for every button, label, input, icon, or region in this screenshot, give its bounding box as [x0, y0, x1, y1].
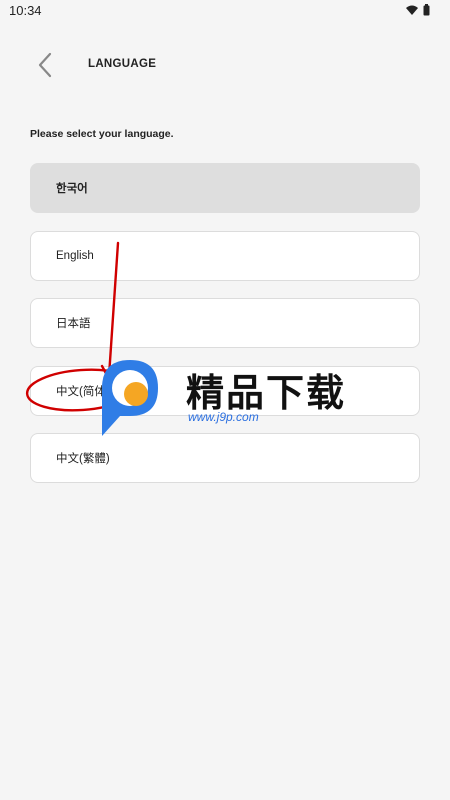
language-list: 한국어 English 日本語 中文(简体) 中文(繁體) — [30, 163, 420, 501]
battery-icon — [423, 4, 430, 16]
status-icons — [406, 4, 430, 16]
status-time: 10:34 — [9, 3, 42, 18]
language-option-chinese-traditional[interactable]: 中文(繁體) — [30, 433, 420, 483]
watermark-text: 精品下载 — [186, 371, 347, 415]
language-prompt: Please select your language. — [30, 128, 174, 140]
back-arrow-icon — [38, 52, 52, 78]
wifi-icon — [406, 5, 418, 15]
watermark-logo-icon — [102, 360, 158, 436]
watermark: 精品下载 www.j9p.com — [98, 358, 358, 440]
page-title: LANGUAGE — [88, 58, 157, 70]
language-option-japanese[interactable]: 日本語 — [30, 298, 420, 348]
status-bar: 10:34 — [0, 0, 450, 22]
language-option-korean[interactable]: 한국어 — [30, 163, 420, 213]
header: LANGUAGE — [0, 40, 450, 90]
language-option-english[interactable]: English — [30, 230, 420, 281]
back-button[interactable] — [30, 50, 60, 80]
watermark-url: www.j9p.com — [188, 410, 259, 424]
